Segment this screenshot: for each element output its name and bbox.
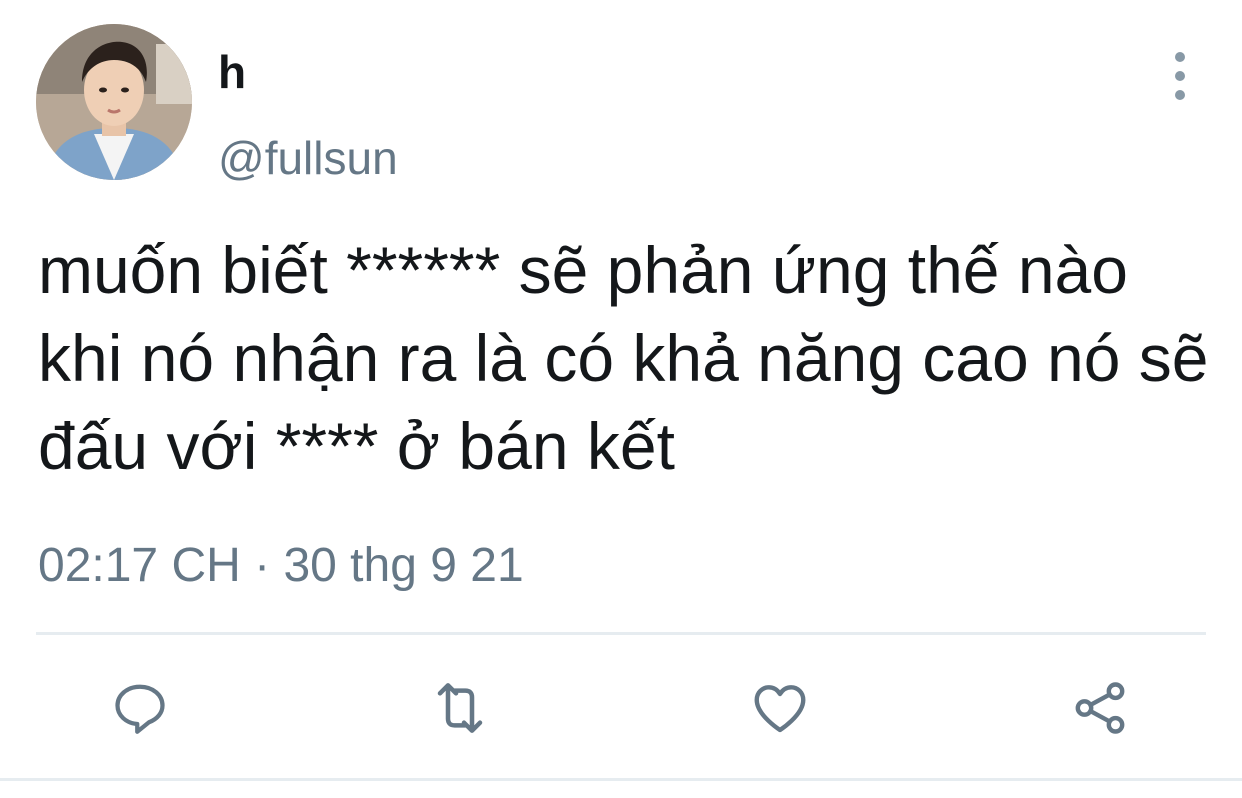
user-handle[interactable]: @fullsun: [218, 128, 398, 188]
more-options-button[interactable]: [1158, 52, 1202, 100]
tweet-text: muốn biết ****** sẽ phản ứng thế nào khi…: [38, 233, 1209, 483]
share-button[interactable]: [1068, 676, 1132, 740]
reply-button[interactable]: [108, 676, 172, 740]
like-button[interactable]: [748, 676, 812, 740]
retweet-button[interactable]: [428, 676, 492, 740]
avatar[interactable]: [36, 24, 192, 180]
tweet-timestamp[interactable]: 02:17 CH · 30 thg 9 21: [38, 536, 524, 596]
like-icon: [754, 685, 806, 733]
avatar-image: [36, 24, 192, 180]
more-vertical-icon-dot: [1175, 71, 1185, 81]
bottom-divider: [0, 778, 1242, 781]
share-icon: [1075, 682, 1125, 734]
retweet-icon: [437, 683, 483, 733]
more-vertical-icon-dot: [1175, 90, 1185, 100]
display-name[interactable]: h: [218, 44, 246, 100]
more-vertical-icon: [1175, 52, 1185, 62]
divider: [36, 632, 1206, 635]
reply-icon: [115, 684, 165, 734]
